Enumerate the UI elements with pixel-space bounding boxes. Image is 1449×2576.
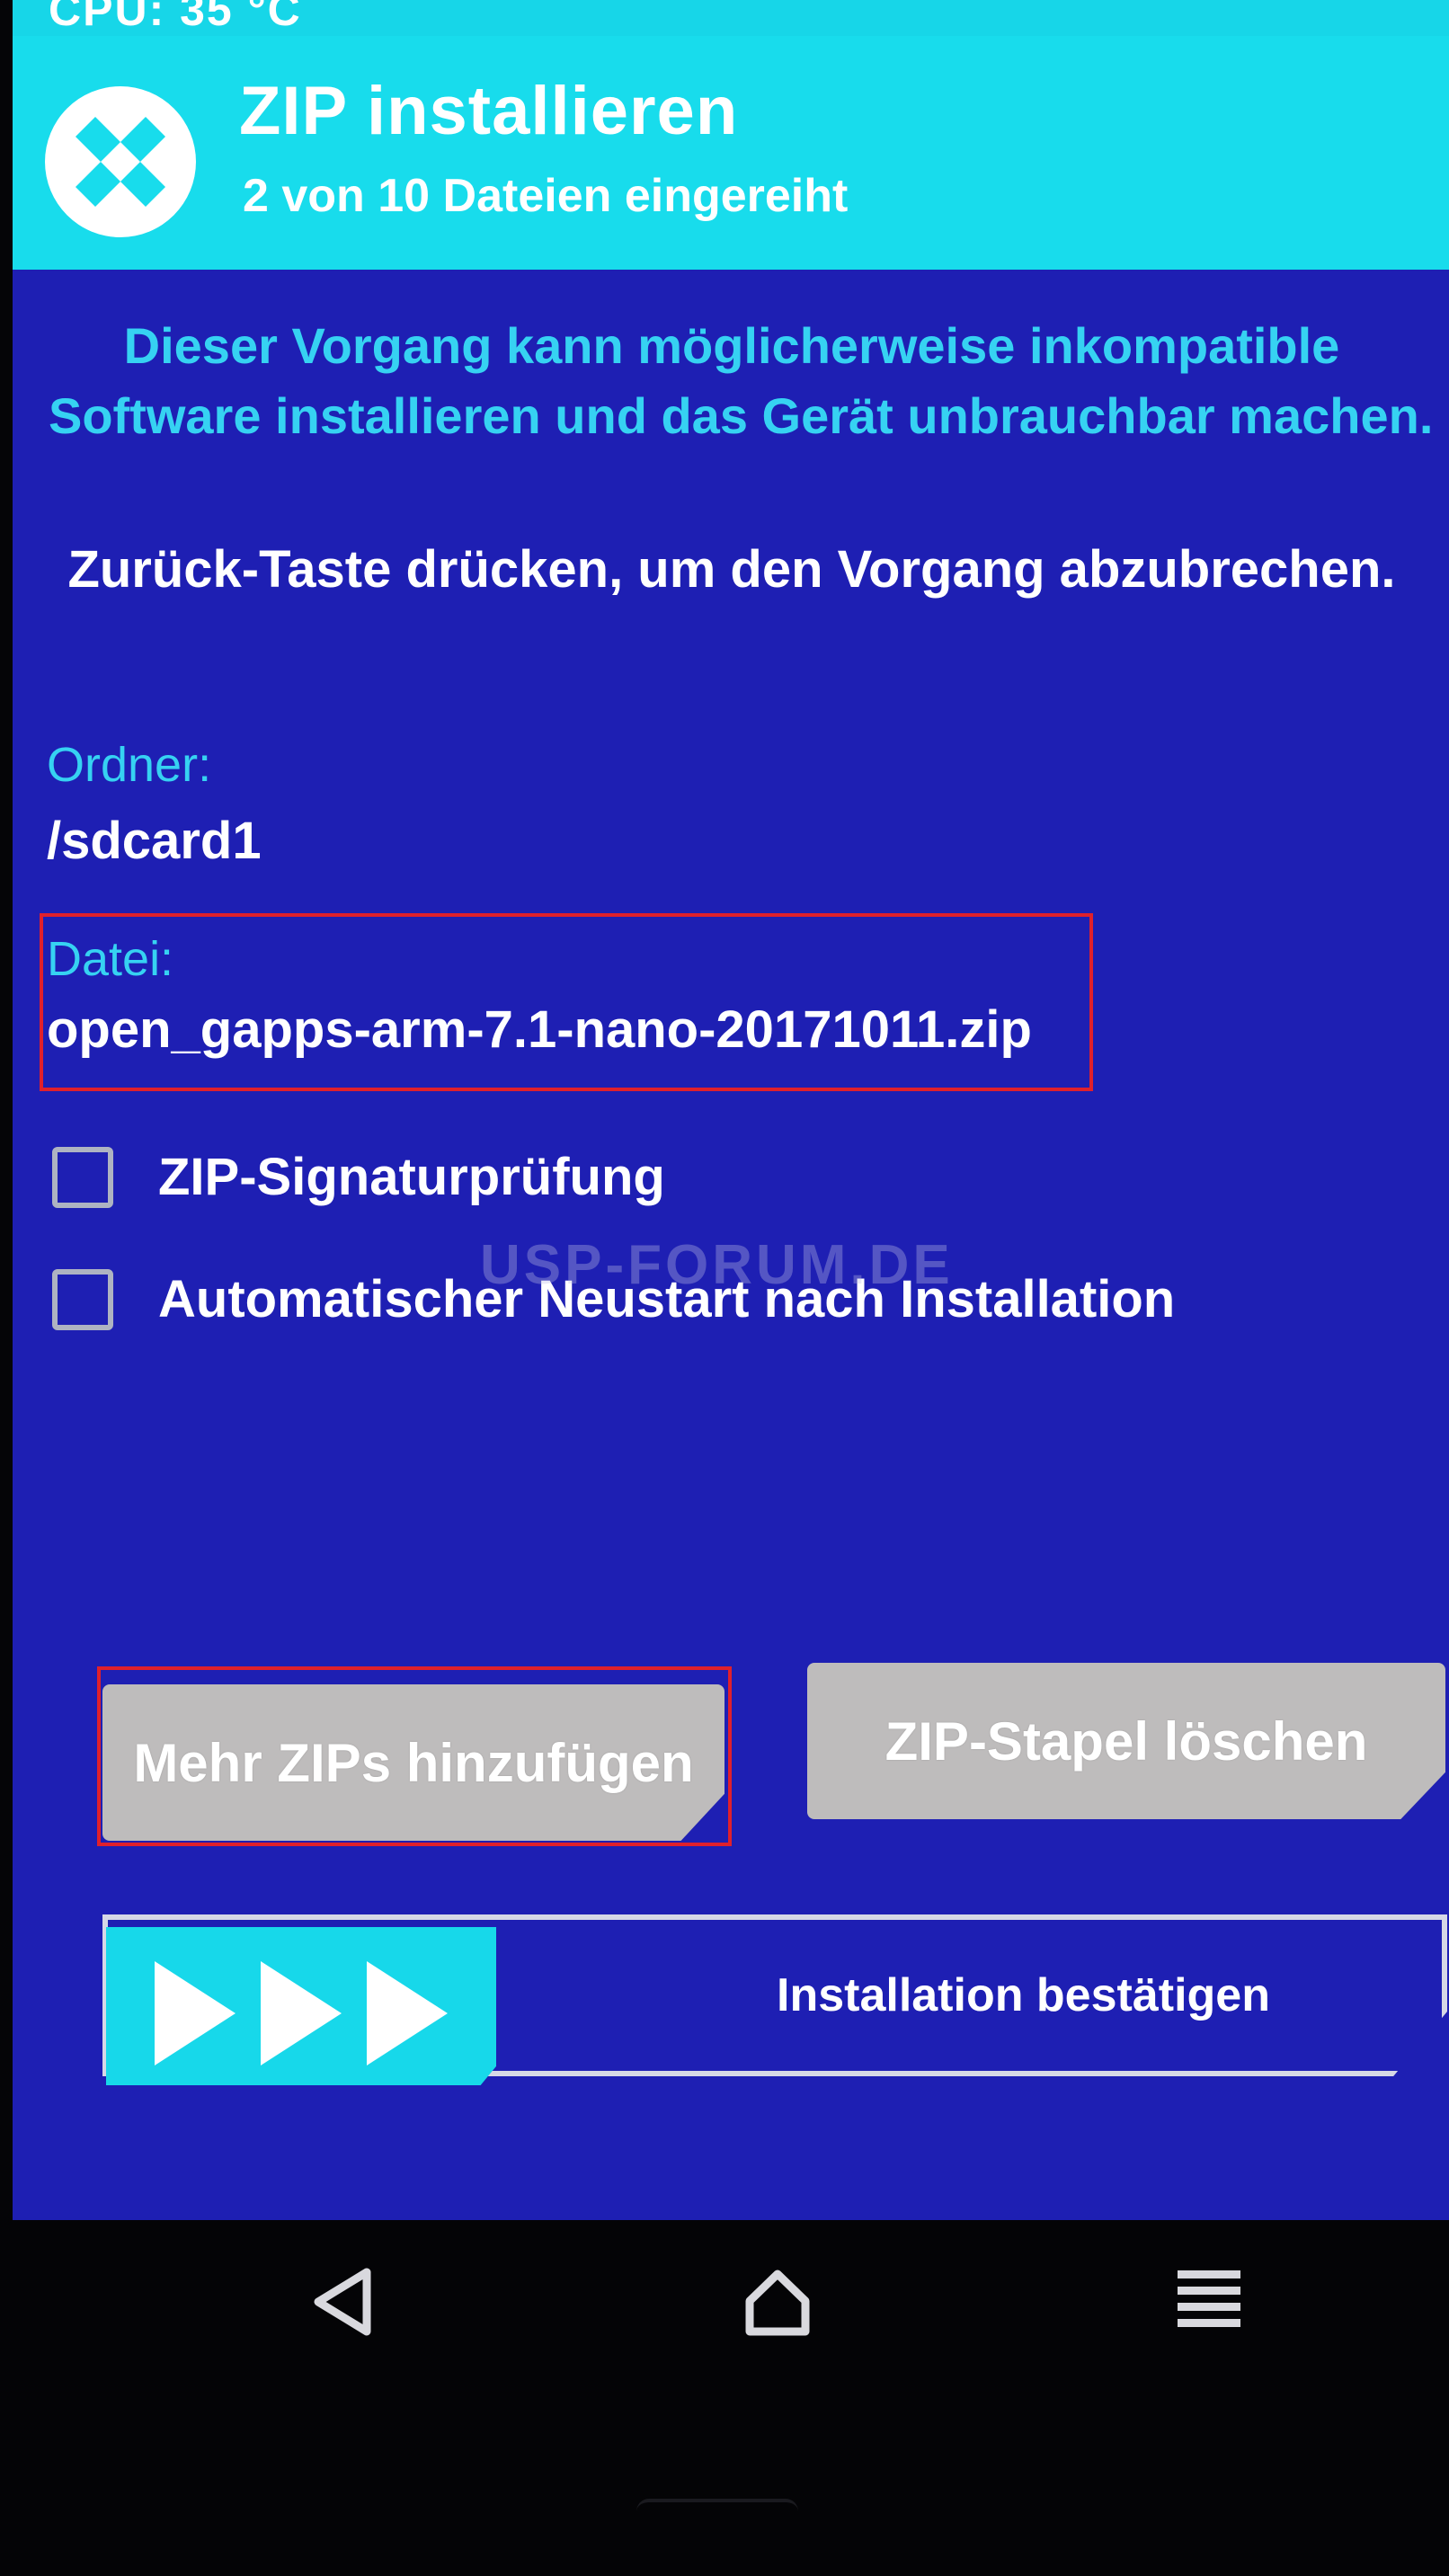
add-more-highlight-box xyxy=(97,1666,732,1846)
back-triangle-icon[interactable] xyxy=(304,2261,385,2342)
watermark: USP-FORUM.DE xyxy=(480,1234,954,1296)
folder-label: Ordner: xyxy=(47,738,212,792)
swipe-arrow-icon xyxy=(155,1961,236,2065)
file-label: Datei: xyxy=(47,932,174,986)
back-hint: Zurück-Taste drücken, um den Vorgang abz… xyxy=(67,540,1396,599)
cpu-temperature: CPU: 35 °C xyxy=(49,0,302,35)
status-bar: CPU: 35 °C xyxy=(13,0,1449,36)
warning-line-1: Dieser Vorgang kann möglicherweise inkom… xyxy=(123,317,1340,374)
queue-status: 2 von 10 Dateien eingereiht xyxy=(243,170,849,222)
clear-zip-queue-button[interactable]: ZIP-Stapel löschen xyxy=(807,1663,1445,1819)
checkbox-label: ZIP-Signaturprüfung xyxy=(158,1148,665,1206)
swipe-arrow-icon xyxy=(367,1961,448,2065)
checkbox-box[interactable] xyxy=(52,1147,113,1208)
page-title: ZIP installieren xyxy=(239,73,739,149)
header-bar: ZIP installieren 2 von 10 Dateien einger… xyxy=(13,36,1449,270)
device-photo: CPU: 35 °C ZIP installieren 2 von 10 Dat… xyxy=(0,0,1449,2576)
menu-lines-icon[interactable] xyxy=(1169,2261,1249,2342)
checkbox-zip-signature[interactable]: ZIP-Signaturprüfung xyxy=(52,1143,681,1215)
checkbox-box[interactable] xyxy=(52,1269,113,1330)
warning-line-2: Software installieren und das Gerät unbr… xyxy=(49,387,1434,444)
recovery-screen: CPU: 35 °C ZIP installieren 2 von 10 Dat… xyxy=(13,0,1449,2220)
swipe-label: Installation bestätigen xyxy=(777,1969,1270,2021)
file-value: open_gapps-arm-7.1-nano-20171011.zip xyxy=(47,1000,1032,1059)
home-icon[interactable] xyxy=(737,2261,818,2342)
device-bottom-edge xyxy=(636,2499,798,2576)
twrp-logo-icon xyxy=(45,86,196,237)
folder-value: /sdcard1 xyxy=(47,812,262,870)
swipe-arrow-icon xyxy=(261,1961,342,2065)
